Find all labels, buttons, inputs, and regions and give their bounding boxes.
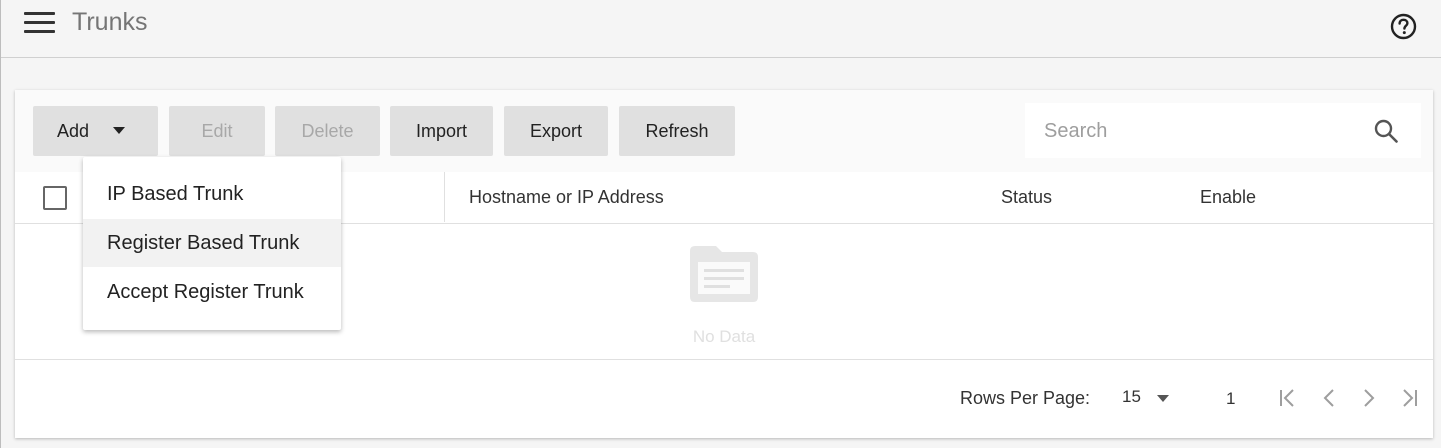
page-title: Trunks	[72, 8, 148, 36]
select-all-checkbox[interactable]	[43, 186, 67, 210]
menu-item-ip-based-trunk[interactable]: IP Based Trunk	[83, 170, 341, 218]
menu-item-label: Register Based Trunk	[107, 232, 300, 254]
search-box	[1025, 103, 1421, 160]
rows-per-page-value: 15	[1122, 387, 1141, 406]
top-bar: Trunks	[1, 0, 1441, 58]
next-page-icon[interactable]	[1358, 387, 1380, 409]
edit-button[interactable]: Edit	[169, 106, 265, 156]
search-icon[interactable]	[1373, 118, 1399, 144]
menu-item-accept-register-trunk[interactable]: Accept Register Trunk	[83, 268, 341, 316]
caret-down-icon	[1157, 395, 1169, 402]
help-circle-icon[interactable]	[1390, 13, 1417, 40]
rows-per-page-label: Rows Per Page:	[960, 388, 1091, 408]
import-button[interactable]: Import	[390, 106, 493, 156]
menu-item-label: IP Based Trunk	[107, 183, 244, 205]
add-dropdown-menu: IP Based Trunk Register Based Trunk Acce…	[83, 157, 341, 330]
pagination-bar: Rows Per Page: 15 1	[15, 360, 1433, 438]
column-divider	[444, 172, 445, 222]
empty-document-icon	[690, 246, 758, 302]
refresh-button[interactable]: Refresh	[619, 106, 735, 156]
export-button[interactable]: Export	[504, 106, 608, 156]
caret-down-icon	[113, 127, 125, 134]
column-header-enable[interactable]: Enable	[1200, 187, 1256, 208]
current-page-number: 1	[1226, 389, 1236, 408]
search-input[interactable]	[1025, 103, 1376, 160]
menu-item-register-based-trunk[interactable]: Register Based Trunk	[83, 219, 341, 267]
column-header-status[interactable]: Status	[1001, 187, 1052, 208]
previous-page-icon[interactable]	[1318, 387, 1340, 409]
last-page-icon[interactable]	[1398, 387, 1420, 409]
add-button-label: Add	[57, 120, 90, 141]
hamburger-menu-icon[interactable]	[24, 12, 55, 34]
window-edge	[0, 0, 1, 448]
first-page-icon[interactable]	[1277, 387, 1299, 409]
empty-state-text: No Data	[692, 327, 756, 346]
add-button[interactable]: Add	[33, 106, 158, 156]
column-header-hostname[interactable]: Hostname or IP Address	[469, 187, 664, 208]
menu-item-label: Accept Register Trunk	[107, 281, 304, 303]
rows-per-page-select[interactable]: 15	[1122, 384, 1182, 412]
delete-button[interactable]: Delete	[275, 106, 380, 156]
